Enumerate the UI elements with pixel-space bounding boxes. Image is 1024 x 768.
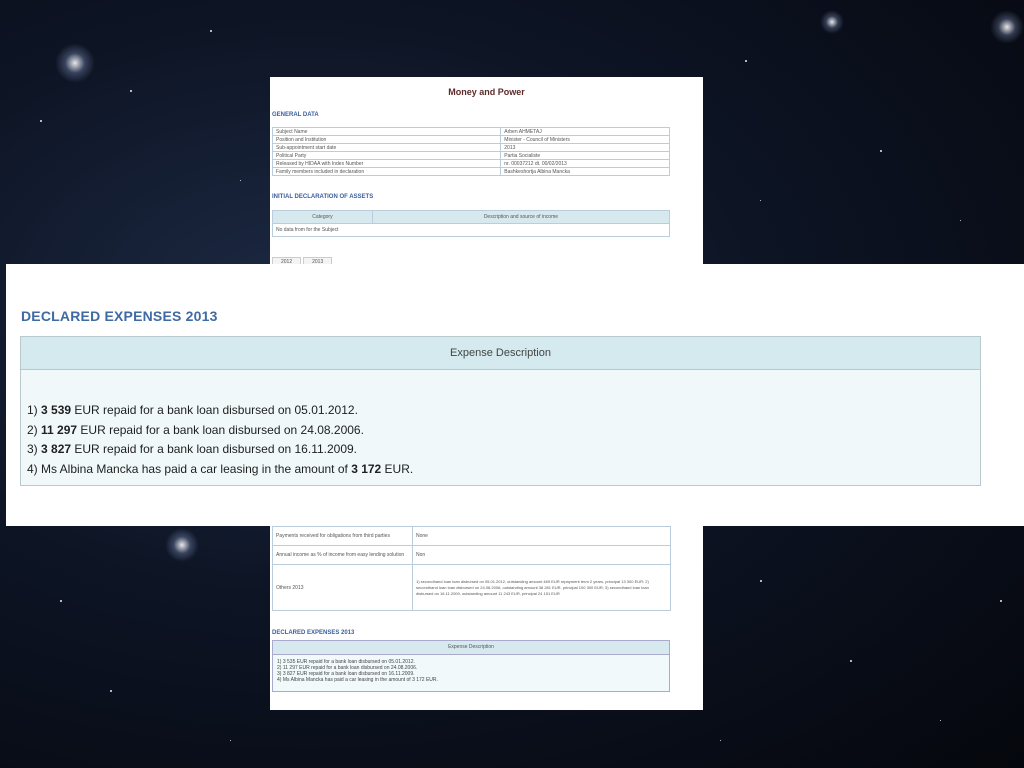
star bbox=[40, 120, 42, 122]
doc-general-label: Subject Name bbox=[271, 127, 502, 136]
star bbox=[850, 660, 852, 662]
expense-number: 3) bbox=[27, 442, 38, 456]
doc-general-value: Bashkeshortja Albina Mancka bbox=[500, 167, 670, 176]
doc-lower-label: Others 2013 bbox=[272, 564, 413, 611]
bright-star bbox=[820, 10, 844, 34]
zoomed-expenses-panel: DECLARED EXPENSES 2013 Expense Descripti… bbox=[6, 264, 1024, 526]
doc-general-row: Subject Name Arben AHMETAJ bbox=[271, 127, 670, 136]
star bbox=[960, 220, 961, 221]
doc-general-value: Partia Socialiste bbox=[500, 151, 670, 160]
expense-number: 4) bbox=[27, 461, 38, 476]
star bbox=[720, 740, 721, 741]
expense-amount: 3 539 bbox=[41, 403, 72, 417]
doc-general-value: Minister - Council of Ministers bbox=[500, 135, 670, 144]
expense-text: EUR repaid for a bank loan disbursed on … bbox=[71, 442, 358, 456]
doc-general-row: Sub-appointment start date 2013 bbox=[271, 143, 670, 152]
doc-expense-line: 4) Ms Albina Mancka has paid a car leasi… bbox=[277, 677, 438, 683]
star bbox=[60, 600, 62, 602]
star bbox=[130, 90, 132, 92]
expense-text: EUR repaid for a bank loan disbursed on … bbox=[71, 403, 358, 417]
expenses-list: 1) 3 539 EUR repaid for a bank loan disb… bbox=[21, 370, 980, 479]
doc-general-label: Political Party bbox=[271, 151, 502, 160]
expense-number: 2) bbox=[27, 422, 38, 437]
doc-expenses-box: Expense Description 1) 3 535 EUR repaid … bbox=[272, 640, 670, 692]
doc-general-row: Position and Institution Minister - Counc… bbox=[271, 135, 670, 144]
doc-general-value: nr. 00037212 dt. 00/02/2013 bbox=[500, 159, 670, 168]
expense-item: 4) Ms Albina Mancka has paid a car leasi… bbox=[27, 460, 980, 480]
bright-star bbox=[55, 43, 95, 83]
expense-item: 3) 3 827 EUR repaid for a bank loan disb… bbox=[27, 440, 980, 460]
doc-lower-value: 1) secondhand loan loan disbursed on 05.… bbox=[412, 564, 671, 611]
expense-text: Ms Albina Mancka has paid a car leasing … bbox=[37, 461, 352, 476]
doc-initial-header: Description and source of income bbox=[371, 210, 671, 224]
doc-general-value: Arben AHMETAJ bbox=[500, 127, 670, 136]
expense-item: 1) 3 539 EUR repaid for a bank loan disb… bbox=[27, 401, 980, 421]
doc-expenses-heading: DECLARED EXPENSES 2013 bbox=[272, 630, 355, 636]
doc-lower-label: Payments received for obligations from t… bbox=[272, 526, 413, 546]
doc-lower-table: Payments received for obligations from t… bbox=[272, 526, 671, 611]
star bbox=[940, 720, 941, 721]
star bbox=[760, 200, 761, 201]
star bbox=[880, 150, 882, 152]
doc-general-label: Position and Institution bbox=[271, 135, 502, 144]
doc-lower-value: Non bbox=[412, 545, 671, 565]
expense-amount: 3 172 bbox=[351, 461, 382, 476]
bright-star bbox=[990, 10, 1024, 44]
expenses-table-header: Expense Description bbox=[21, 337, 980, 370]
doc-general-row: Family members included in declaration Ba… bbox=[271, 167, 670, 176]
doc-general-label: Released by HIDAA with Index Number bbox=[271, 159, 502, 168]
expense-number: 1) bbox=[27, 403, 38, 417]
star bbox=[230, 740, 231, 741]
expense-amount: 11 297 bbox=[41, 422, 78, 437]
doc-general-value: 2013 bbox=[500, 143, 670, 152]
doc-initial-header: Category bbox=[272, 210, 373, 224]
doc-title: Money and Power bbox=[448, 87, 525, 97]
expense-item: 2) 11 297 EUR repaid for a bank loan dis… bbox=[27, 421, 980, 441]
doc-expenses-header: Expense Description bbox=[273, 641, 669, 655]
star bbox=[1000, 600, 1002, 602]
expense-amount: 3 827 bbox=[41, 442, 72, 456]
zoom-section-title: DECLARED EXPENSES 2013 bbox=[21, 308, 218, 324]
doc-general-heading: GENERAL DATA bbox=[272, 112, 319, 118]
star bbox=[760, 580, 762, 582]
doc-general-row: Political Party Partia Socialiste bbox=[271, 151, 670, 160]
doc-general-table: Subject Name Arben AHMETAJ Position and In… bbox=[271, 127, 670, 176]
expense-text: EUR repaid for a bank loan disbursed on … bbox=[77, 422, 364, 437]
doc-lower-value: None bbox=[412, 526, 671, 546]
star bbox=[210, 30, 212, 32]
star bbox=[240, 180, 241, 181]
doc-initial-heading: INITIAL DECLARATION OF ASSETS bbox=[272, 194, 374, 200]
doc-initial-row: No data from for the Subject bbox=[272, 223, 670, 237]
star bbox=[110, 690, 112, 692]
doc-lower-label: Annual income as % of income from easy l… bbox=[272, 545, 413, 565]
star bbox=[745, 60, 747, 62]
doc-general-label: Sub-appointment start date bbox=[271, 143, 502, 152]
bright-star bbox=[165, 528, 199, 562]
doc-initial-table: Category Description and source of incom… bbox=[272, 210, 671, 237]
doc-general-row: Released by HIDAA with Index Number nr. 0… bbox=[271, 159, 670, 168]
expenses-table: Expense Description 1) 3 539 EUR repaid … bbox=[20, 336, 981, 486]
expense-text: EUR. bbox=[381, 461, 414, 476]
doc-general-label: Family members included in declaration bbox=[271, 167, 502, 176]
